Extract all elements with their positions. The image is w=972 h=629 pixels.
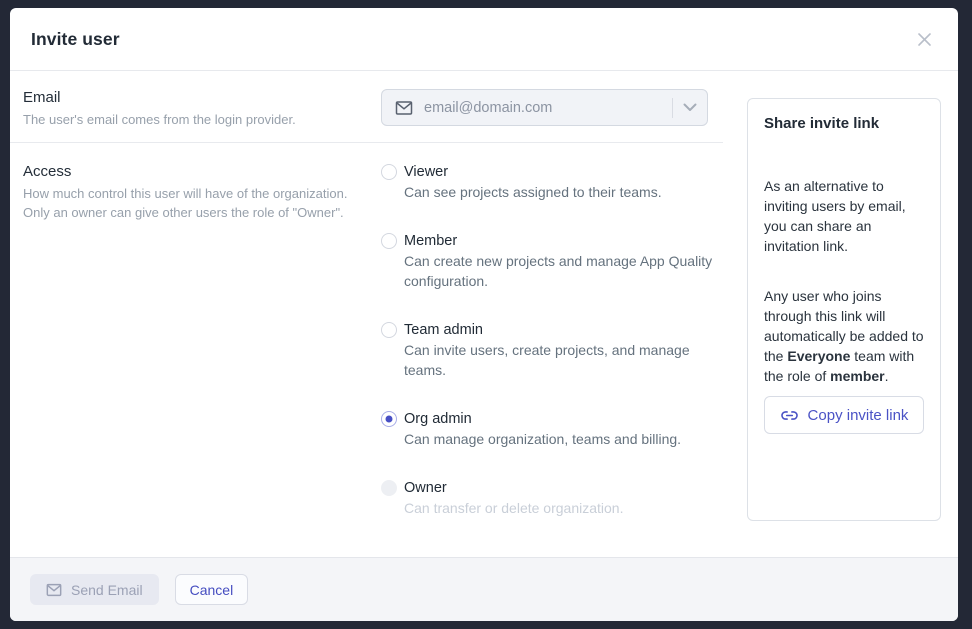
invite-user-modal: Invite user Email The user's email comes… (10, 8, 958, 621)
access-description: How much control this user will have of … (23, 184, 368, 222)
copy-invite-link-label: Copy invite link (808, 407, 909, 424)
radio-description: Can invite users, create projects, and m… (404, 340, 713, 380)
envelope-icon (395, 100, 413, 116)
radio-option-team-admin-head[interactable]: Team admin (381, 320, 713, 340)
radio-option-viewer-head[interactable]: Viewer (381, 162, 713, 182)
radio-option-owner: Owner Can transfer or delete organizatio… (381, 478, 713, 518)
modal-footer: Send Email Cancel (10, 557, 958, 621)
modal-header: Invite user (10, 8, 958, 71)
access-label: Access (23, 162, 368, 182)
send-email-label: Send Email (71, 582, 143, 598)
copy-invite-link-button[interactable]: Copy invite link (764, 396, 924, 434)
cancel-label: Cancel (190, 582, 234, 598)
modal-body: Email The user's email comes from the lo… (10, 71, 958, 557)
radio-option-member-head[interactable]: Member (381, 231, 713, 251)
access-section: Access How much control this user will h… (10, 143, 723, 518)
radio-description: Can transfer or delete organization. (404, 498, 713, 518)
chevron-down-icon (683, 103, 697, 112)
share-invite-link-panel: Share invite link As an alternative to i… (747, 98, 941, 521)
radio-label: Team admin (404, 320, 483, 340)
email-section: Email The user's email comes from the lo… (10, 71, 723, 143)
email-description: The user's email comes from the login pr… (23, 110, 368, 129)
close-button[interactable] (910, 25, 938, 53)
radio-button-owner-disabled[interactable] (381, 480, 397, 496)
email-input-group (381, 89, 708, 126)
radio-label: Viewer (404, 162, 448, 182)
email-label: Email (23, 88, 368, 108)
radio-option-member: Member Can create new projects and manag… (381, 231, 713, 291)
radio-option-org-admin: Org admin Can manage organization, teams… (381, 409, 713, 449)
radio-option-viewer: Viewer Can see projects assigned to thei… (381, 162, 713, 202)
share-panel-paragraph-1: As an alternative to inviting users by e… (764, 176, 924, 256)
radio-button-team-admin[interactable] (381, 322, 397, 338)
radio-label: Member (404, 231, 457, 251)
radio-description: Can manage organization, teams and billi… (404, 429, 713, 449)
envelope-icon (46, 583, 62, 597)
role-options: Viewer Can see projects assigned to thei… (381, 143, 713, 518)
radio-description: Can see projects assigned to their teams… (404, 182, 713, 202)
radio-button-viewer[interactable] (381, 164, 397, 180)
email-input[interactable] (413, 100, 672, 116)
share-panel-title: Share invite link (764, 115, 924, 132)
send-email-button[interactable]: Send Email (30, 574, 159, 605)
email-dropdown-button[interactable] (673, 90, 707, 125)
radio-label: Owner (404, 478, 447, 498)
radio-label: Org admin (404, 409, 472, 429)
radio-option-org-admin-head[interactable]: Org admin (381, 409, 713, 429)
link-icon (780, 406, 799, 425)
radio-button-org-admin-selected[interactable] (381, 411, 397, 427)
radio-option-owner-head[interactable]: Owner (381, 478, 713, 498)
close-icon (916, 31, 933, 48)
share-panel-paragraph-2: Any user who joins through this link wil… (764, 286, 924, 386)
radio-option-team-admin: Team admin Can invite users, create proj… (381, 320, 713, 380)
cancel-button[interactable]: Cancel (175, 574, 249, 605)
modal-title: Invite user (31, 29, 120, 50)
radio-description: Can create new projects and manage App Q… (404, 251, 713, 291)
radio-button-member[interactable] (381, 233, 397, 249)
